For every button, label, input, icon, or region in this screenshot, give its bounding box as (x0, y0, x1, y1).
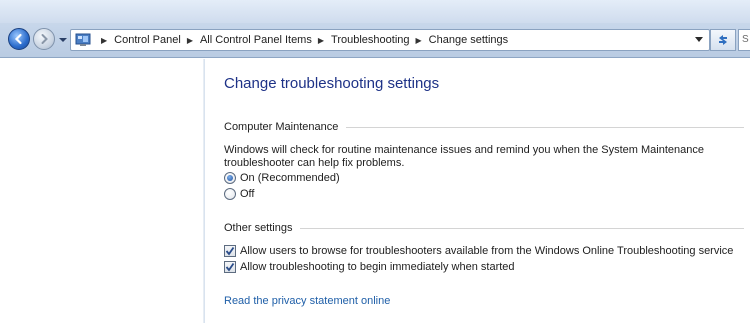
refresh-button[interactable] (710, 29, 736, 51)
radio-off[interactable]: Off (224, 188, 254, 200)
radio-button-selected[interactable] (224, 172, 236, 184)
group-divider (346, 126, 744, 128)
navigation-bar: ▶ Control Panel ▶ All Control Panel Item… (0, 0, 750, 58)
page-title: Change troubleshooting settings (224, 75, 440, 92)
breadcrumb-change-settings[interactable]: Change settings (429, 34, 509, 46)
checkbox-begin-immediately[interactable]: Allow troubleshooting to begin immediate… (224, 261, 515, 273)
forward-arrow-icon (41, 34, 48, 44)
forward-button[interactable] (33, 28, 55, 50)
computer-maintenance-group: Computer Maintenance (224, 121, 744, 133)
maintenance-description: Windows will check for routine maintenan… (224, 144, 704, 169)
recent-pages-dropdown[interactable] (58, 35, 68, 45)
breadcrumb-all-items[interactable]: All Control Panel Items (200, 34, 312, 46)
begin-immediately-label[interactable]: Allow troubleshooting to begin immediate… (240, 261, 515, 273)
radio-dot-icon (227, 175, 233, 181)
other-settings-group: Other settings (224, 222, 744, 234)
window-chrome (0, 0, 750, 23)
online-troubleshooters-label[interactable]: Allow users to browse for troubleshooter… (240, 245, 733, 257)
radio-off-label[interactable]: Off (240, 188, 254, 200)
breadcrumb-control-panel[interactable]: Control Panel (114, 34, 181, 46)
breadcrumb-troubleshooting[interactable]: Troubleshooting (331, 34, 409, 46)
search-input[interactable]: S (738, 29, 750, 51)
control-panel-icon (75, 33, 91, 46)
left-navigation-pane (0, 59, 205, 323)
radio-button[interactable] (224, 188, 236, 200)
other-settings-heading: Other settings (224, 222, 293, 234)
refresh-icon (719, 35, 727, 45)
checkbox-checked[interactable] (224, 261, 236, 273)
checkmark-icon (225, 262, 235, 272)
radio-on-label[interactable]: On (Recommended) (240, 172, 340, 184)
checkbox-online-troubleshooters[interactable]: Allow users to browse for troubleshooter… (224, 245, 733, 257)
breadcrumb-arrow-icon[interactable]: ▶ (318, 36, 324, 45)
back-arrow-icon (14, 33, 22, 45)
breadcrumb-arrow-icon[interactable]: ▶ (416, 36, 422, 45)
breadcrumb-arrow-icon[interactable]: ▶ (101, 36, 107, 45)
computer-maintenance-heading: Computer Maintenance (224, 121, 339, 133)
back-button[interactable] (8, 28, 30, 50)
group-divider (300, 227, 744, 229)
checkbox-checked[interactable] (224, 245, 236, 257)
privacy-statement-link[interactable]: Read the privacy statement online (224, 295, 390, 307)
checkmark-icon (225, 246, 235, 256)
breadcrumb-arrow-icon[interactable]: ▶ (187, 36, 193, 45)
address-bar[interactable]: ▶ Control Panel ▶ All Control Panel Item… (70, 29, 710, 51)
address-dropdown-icon[interactable] (695, 37, 703, 43)
radio-on-recommended[interactable]: On (Recommended) (224, 172, 340, 184)
pane-divider (203, 59, 204, 323)
